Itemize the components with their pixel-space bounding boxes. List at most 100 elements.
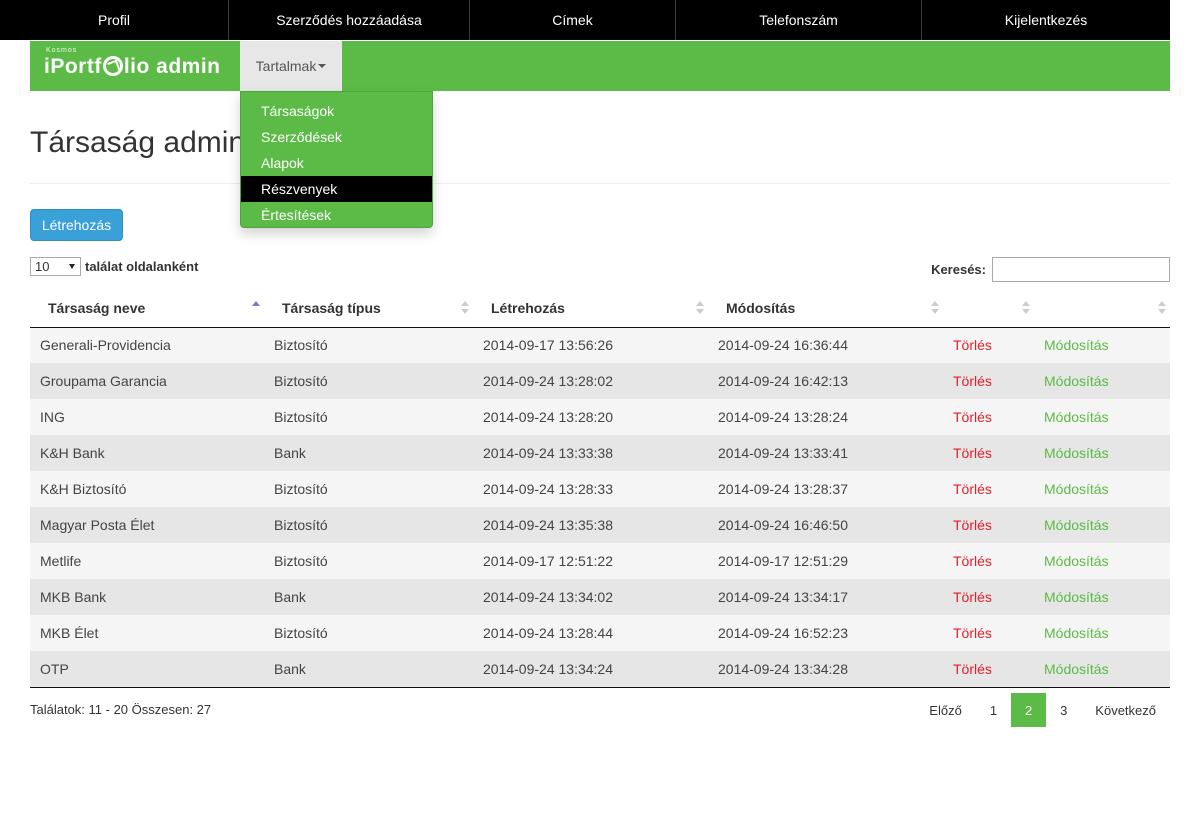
edit-link[interactable]: Módosítás [1044, 409, 1109, 425]
logo-o-icon [102, 56, 123, 76]
pagination-page-3[interactable]: 3 [1046, 693, 1081, 727]
delete-link[interactable]: Törlés [953, 625, 992, 641]
cell-modified: 2014-09-24 16:42:13 [718, 373, 848, 389]
delete-link[interactable]: Törlés [953, 445, 992, 461]
edit-link[interactable]: Módosítás [1044, 445, 1109, 461]
cell-company-type: Bank [274, 589, 306, 605]
edit-link[interactable]: Módosítás [1044, 337, 1109, 353]
cell-company-name: Metlife [40, 553, 82, 569]
content-dropdown-menu: Társaságok Szerződések Alapok Részvenyek… [240, 91, 433, 228]
cell-created: 2014-09-24 13:33:38 [473, 435, 708, 471]
delete-link-cell: Törlés [943, 435, 1034, 471]
cell-company-name: Groupama Garancia [30, 363, 264, 399]
delete-link[interactable]: Törlés [953, 373, 992, 389]
cell-created: 2014-09-24 13:28:02 [473, 363, 708, 399]
cell-modified: 2014-09-24 13:28:24 [718, 409, 848, 425]
nav-addresses[interactable]: Címek [470, 0, 676, 40]
cell-company-type: Biztosító [264, 543, 473, 579]
edit-link[interactable]: Módosítás [1044, 661, 1109, 677]
delete-link[interactable]: Törlés [953, 481, 992, 497]
table-body: Generali-Providencia Biztosító 2014-09-17 … [30, 327, 1170, 688]
cell-modified: 2014-09-17 12:51:29 [708, 543, 943, 579]
cell-created: 2014-09-24 13:34:24 [483, 660, 613, 677]
cell-created: 2014-09-24 13:34:02 [483, 589, 613, 605]
caret-down-icon [318, 64, 327, 68]
menu-item-contracts[interactable]: Szerződések [241, 124, 432, 150]
delete-link[interactable]: Törlés [953, 553, 992, 569]
cell-company-type: Biztosító [264, 507, 473, 543]
page-length-label: találat oldalanként [85, 259, 199, 274]
menu-item-companies[interactable]: Társaságok [241, 98, 432, 124]
edit-link[interactable]: Módosítás [1044, 553, 1109, 569]
cell-company-type: Bank [264, 651, 473, 688]
cell-modified: 2014-09-24 16:42:13 [708, 363, 943, 399]
delete-link[interactable]: Törlés [953, 661, 992, 677]
cell-company-name: MKB Élet [30, 615, 264, 651]
admin-navbar: Kosmos iPortf lio admin Tartalmak [30, 41, 1170, 91]
cell-modified: 2014-09-24 13:28:24 [708, 399, 943, 435]
nav-add-contract[interactable]: Szerződés hozzáadása [229, 0, 470, 40]
cell-created: 2014-09-24 13:28:33 [473, 471, 708, 507]
cell-company-type: Biztosító [264, 399, 473, 435]
edit-link-cell: Módosítás [1034, 399, 1170, 435]
page-length-select[interactable]: 10 [30, 257, 81, 276]
cell-company-name: Generali-Providencia [40, 337, 171, 354]
cell-modified: 2014-09-24 16:52:23 [718, 625, 848, 641]
edit-link[interactable]: Módosítás [1044, 517, 1109, 533]
cell-modified: 2014-09-24 16:46:50 [718, 517, 848, 533]
edit-link[interactable]: Módosítás [1044, 589, 1109, 605]
column-header-created[interactable]: Létrehozás [473, 289, 708, 328]
cell-company-type: Bank [264, 579, 473, 615]
edit-link[interactable]: Módosítás [1044, 373, 1109, 389]
edit-link-cell: Módosítás [1034, 471, 1170, 507]
delete-link-cell: Törlés [943, 507, 1034, 543]
pagination-previous[interactable]: Előző [915, 693, 976, 727]
column-header-modified[interactable]: Módosítás [708, 289, 943, 328]
cell-company-type: Biztosító [264, 471, 473, 507]
edit-link-cell: Módosítás [1034, 507, 1170, 543]
content-menu-toggle[interactable]: Tartalmak [240, 41, 342, 91]
menu-item-funds[interactable]: Alapok [241, 150, 432, 176]
cell-company-type: Biztosító [264, 363, 473, 399]
cell-company-type: Biztosító [264, 327, 473, 363]
delete-link[interactable]: Törlés [953, 409, 992, 425]
cell-company-name: Magyar Posta Élet [40, 517, 155, 533]
content-menu-label: Tartalmak [255, 58, 317, 74]
delete-link-cell: Törlés [943, 471, 1034, 507]
delete-link[interactable]: Törlés [953, 517, 992, 533]
search-input[interactable] [992, 257, 1170, 282]
pagination-page-1[interactable]: 1 [976, 693, 1011, 727]
menu-item-shares[interactable]: Részvenyek [241, 176, 432, 202]
create-button[interactable]: Létrehozás [30, 209, 123, 241]
table-row: OTP Bank 2014-09-24 13:34:24 2014-09-24 13:… [30, 651, 1170, 688]
edit-link[interactable]: Módosítás [1044, 481, 1109, 497]
column-header-name[interactable]: Társaság neve [30, 289, 264, 328]
edit-link-cell: Módosítás [1034, 579, 1170, 615]
cell-modified: 2014-09-24 13:28:37 [718, 481, 848, 497]
cell-company-type: Biztosító [264, 615, 473, 651]
delete-link[interactable]: Törlés [953, 337, 992, 353]
nav-phone[interactable]: Telefonszám [676, 0, 922, 40]
nav-logout[interactable]: Kijelentkezés [922, 0, 1170, 40]
column-header-type[interactable]: Társaság típus [264, 289, 473, 328]
column-header-edit[interactable] [1034, 289, 1170, 328]
cell-company-type: Biztosító [274, 373, 328, 389]
pagination-next[interactable]: Következő [1081, 693, 1170, 727]
pagination-page-2[interactable]: 2 [1011, 693, 1047, 727]
delete-link-cell: Törlés [943, 615, 1034, 651]
menu-item-notifications[interactable]: Értesítések [241, 202, 432, 228]
edit-link-cell: Módosítás [1034, 327, 1170, 363]
search-label: Keresés: [931, 262, 986, 277]
delete-link[interactable]: Törlés [953, 589, 992, 605]
cell-company-name: Generali-Providencia [30, 327, 264, 363]
page-length-control: 10 találat oldalanként [30, 257, 198, 276]
sort-icon [931, 301, 939, 315]
sort-icon [1158, 301, 1166, 315]
nav-profile[interactable]: Profil [0, 0, 229, 40]
cell-company-type: Biztosító [274, 553, 328, 569]
edit-link[interactable]: Módosítás [1044, 625, 1109, 641]
companies-table: Társaság neve Társaság típus Létrehozás … [30, 289, 1170, 688]
table-row: ING Biztosító 2014-09-24 13:28:20 2014-09-2… [30, 399, 1170, 435]
column-header-delete[interactable] [943, 289, 1034, 328]
brand-name-start: iPortf [44, 55, 102, 78]
